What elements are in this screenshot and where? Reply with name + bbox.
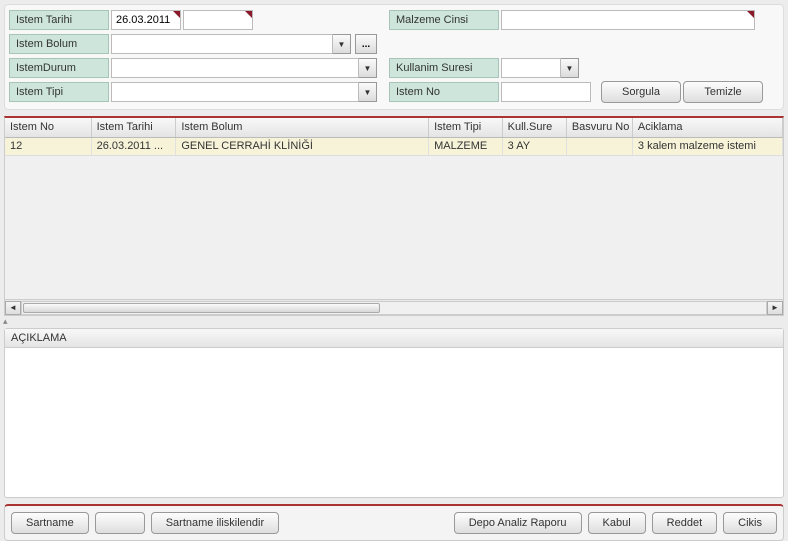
cell-basvuru-no: [567, 138, 633, 155]
filter-left-col: Istem Tarihi Istem Bolum ▼ ... IstemDuru…: [9, 9, 377, 103]
istem-bolum-label: Istem Bolum: [9, 34, 109, 54]
istem-bolum-dropdown-icon[interactable]: ▼: [333, 34, 351, 54]
istem-no-input[interactable]: [501, 82, 591, 102]
sorgula-button[interactable]: Sorgula: [601, 81, 681, 103]
kabul-button[interactable]: Kabul: [588, 512, 646, 534]
temizle-button[interactable]: Temizle: [683, 81, 763, 103]
sartname-button[interactable]: Sartname: [11, 512, 89, 534]
horizontal-scrollbar[interactable]: ◄ ►: [5, 299, 783, 315]
istem-tarihi-from-input[interactable]: [111, 10, 181, 30]
istem-tarihi-to-input[interactable]: [183, 10, 253, 30]
cell-aciklama: 3 kalem malzeme istemi: [633, 138, 783, 155]
bottom-toolbar: Sartname Sartname iliskilendir Depo Anal…: [4, 504, 784, 541]
scroll-right-icon[interactable]: ►: [767, 301, 783, 315]
grid-body[interactable]: 12 26.03.2011 ... GENEL CERRAHİ KLİNİĞİ …: [5, 138, 783, 299]
istem-no-label: Istem No: [389, 82, 499, 102]
col-istem-tipi[interactable]: Istem Tipi: [429, 118, 503, 137]
cell-istem-no: 12: [5, 138, 92, 155]
blank-button[interactable]: [95, 512, 145, 534]
grid-header: Istem No Istem Tarihi Istem Bolum Istem …: [5, 118, 783, 138]
col-aciklama[interactable]: Aciklama: [633, 118, 783, 137]
istem-tipi-label: Istem Tipi: [9, 82, 109, 102]
cell-istem-tipi: MALZEME: [429, 138, 503, 155]
istem-tipi-input[interactable]: [111, 82, 359, 102]
table-row[interactable]: 12 26.03.2011 ... GENEL CERRAHİ KLİNİĞİ …: [5, 138, 783, 156]
istem-durum-dropdown-icon[interactable]: ▼: [359, 58, 377, 78]
aciklama-header: AÇIKLAMA: [5, 329, 783, 348]
sartname-iliskilendir-button[interactable]: Sartname iliskilendir: [151, 512, 279, 534]
scroll-thumb[interactable]: [23, 303, 380, 313]
cikis-button[interactable]: Cikis: [723, 512, 777, 534]
scroll-track[interactable]: [21, 301, 767, 315]
col-kull-sure[interactable]: Kull.Sure: [503, 118, 567, 137]
col-basvuru-no[interactable]: Basvuru No: [567, 118, 633, 137]
istem-durum-input[interactable]: [111, 58, 359, 78]
aciklama-panel: AÇIKLAMA: [4, 328, 784, 498]
kullanim-suresi-dropdown-icon[interactable]: ▼: [561, 58, 579, 78]
malzeme-cinsi-input[interactable]: [501, 10, 755, 30]
cell-istem-tarihi: 26.03.2011 ...: [92, 138, 177, 155]
cell-istem-bolum: GENEL CERRAHİ KLİNİĞİ: [176, 138, 429, 155]
depo-analiz-raporu-button[interactable]: Depo Analiz Raporu: [454, 512, 582, 534]
istem-durum-label: IstemDurum: [9, 58, 109, 78]
filter-right-col: Malzeme Cinsi Kullanim Suresi ▼ Istem No…: [389, 9, 763, 103]
istem-bolum-lookup-button[interactable]: ...: [355, 34, 377, 54]
kullanim-suresi-label: Kullanim Suresi: [389, 58, 499, 78]
splitter-handle[interactable]: ▴: [0, 316, 788, 326]
istem-tarihi-label: Istem Tarihi: [9, 10, 109, 30]
filter-panel: Istem Tarihi Istem Bolum ▼ ... IstemDuru…: [4, 4, 784, 110]
malzeme-cinsi-label: Malzeme Cinsi: [389, 10, 499, 30]
col-istem-tarihi[interactable]: Istem Tarihi: [92, 118, 177, 137]
results-grid: Istem No Istem Tarihi Istem Bolum Istem …: [4, 116, 784, 316]
kullanim-suresi-input[interactable]: [501, 58, 561, 78]
cell-kull-sure: 3 AY: [503, 138, 567, 155]
istem-bolum-input[interactable]: [111, 34, 333, 54]
scroll-left-icon[interactable]: ◄: [5, 301, 21, 315]
reddet-button[interactable]: Reddet: [652, 512, 717, 534]
col-istem-bolum[interactable]: Istem Bolum: [176, 118, 429, 137]
col-istem-no[interactable]: Istem No: [5, 118, 92, 137]
istem-tipi-dropdown-icon[interactable]: ▼: [359, 82, 377, 102]
aciklama-body[interactable]: [5, 348, 783, 497]
